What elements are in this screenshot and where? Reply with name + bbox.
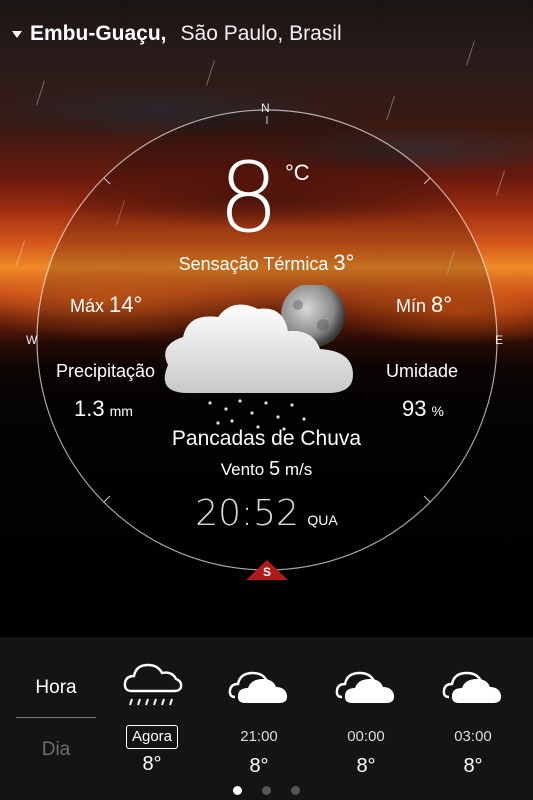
page-dot[interactable] — [262, 786, 271, 795]
forecast-item[interactable]: 00:00 8° — [326, 657, 406, 778]
compass-west-label: W — [26, 333, 38, 347]
compass-north-label: N — [261, 101, 270, 115]
min-temperature: Mín 8° — [396, 292, 452, 318]
forecast-item[interactable]: 03:00 8° — [433, 657, 513, 778]
wind-unit: m/s — [284, 460, 313, 479]
humidity-label: Umidade — [386, 361, 459, 381]
max-label: Máx — [70, 296, 105, 316]
forecast-temp: 8° — [463, 755, 483, 777]
wind-speed: Vento 5 m/s — [0, 458, 533, 481]
page-dot-active[interactable] — [232, 786, 242, 795]
cloud-icon — [335, 671, 395, 703]
page-dot[interactable] — [291, 786, 301, 795]
compass-south-marker: S — [246, 560, 288, 582]
forecast-item[interactable]: Agora 8° — [112, 657, 192, 776]
current-time: 20:52 QUA — [0, 493, 533, 534]
tab-daily[interactable]: Dia — [16, 739, 96, 761]
compass-east-label: E — [495, 333, 504, 347]
min-value: 8° — [431, 292, 453, 317]
forecast-time: 03:00 — [454, 728, 492, 745]
humidity-value: 93 % — [402, 396, 444, 422]
page-indicator — [0, 782, 533, 800]
wind-label: Vento — [220, 460, 265, 479]
max-temperature: Máx 14° — [70, 292, 142, 318]
temperature-unit: °C — [285, 160, 310, 185]
forecast-temp: 8° — [142, 753, 162, 775]
tab-hourly[interactable]: Hora — [16, 677, 96, 699]
forecast-item[interactable]: 21:00 8° — [219, 657, 299, 778]
humidity-amount: 93 — [402, 396, 427, 421]
compass-south-label: S — [262, 565, 271, 579]
clock-time: 20:52 — [195, 493, 299, 534]
forecast-time: Agora — [125, 725, 179, 749]
moon-cloud-rain-icon — [164, 285, 353, 431]
cloud-icon — [228, 671, 288, 703]
precipitation-label: Precipitação — [56, 361, 156, 381]
forecast-panel: Hora Dia Agora 8° 21:00 8° 00:00 8° 03:0… — [0, 637, 533, 800]
precipitation-value: 1.3 mm — [74, 396, 133, 422]
humidity-unit: % — [431, 403, 444, 419]
tab-divider — [16, 717, 96, 718]
clock-weekday: QUA — [307, 512, 338, 528]
current-temperature: 8 — [218, 142, 280, 254]
forecast-temp: 8° — [356, 755, 376, 777]
forecast-time: 00:00 — [347, 728, 385, 745]
feels-like: Sensação Térmica 3° — [0, 250, 533, 276]
weather-condition: Pancadas de Chuva — [171, 427, 362, 450]
cloud-icon — [442, 671, 502, 703]
forecast-time: 21:00 — [240, 728, 278, 745]
feels-like-value: 3° — [333, 250, 355, 275]
precipitation-amount: 1.3 — [74, 396, 105, 421]
precipitation-unit: mm — [109, 403, 133, 419]
max-value: 14° — [109, 292, 143, 317]
wind-value: 5 — [268, 458, 281, 480]
feels-like-label: Sensação Térmica — [178, 254, 329, 274]
forecast-temp: 8° — [249, 755, 269, 777]
rain-cloud-icon — [123, 663, 183, 706]
min-label: Mín — [396, 296, 427, 316]
